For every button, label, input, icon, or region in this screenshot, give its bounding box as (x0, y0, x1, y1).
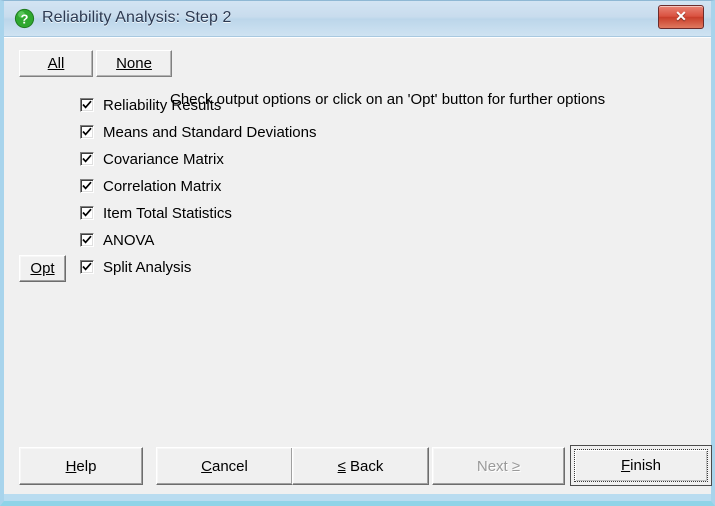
instruction-label: Check output options or click on an 'Opt… (170, 91, 606, 108)
help-button[interactable]: Help (19, 447, 143, 485)
question-mark-icon: ? (14, 8, 35, 29)
next-button-label: Next ≥ (476, 457, 521, 475)
finish-button-label: Finish (620, 457, 662, 474)
checkbox-correlation-matrix[interactable] (80, 179, 94, 193)
option-row-means-and-standard-deviations: Means and Standard Deviations (80, 122, 316, 142)
checkbox-split-analysis[interactable] (80, 260, 94, 274)
all-button-label: All (47, 55, 65, 72)
opt-button-label: Opt (30, 260, 55, 277)
finish-button-inner: Finish (574, 449, 708, 482)
dialog-window: ? Reliability Analysis: Step 2 ✕ All Non… (0, 0, 715, 506)
back-button-label: ≤ Back (337, 457, 384, 475)
option-row-item-total-statistics: Item Total Statistics (80, 203, 232, 223)
back-button[interactable]: ≤ Back (292, 447, 429, 485)
opt-button-split-analysis[interactable]: Opt (19, 255, 66, 282)
option-label-reliability-results: Reliability Results (103, 96, 222, 114)
option-label-correlation-matrix: Correlation Matrix (103, 177, 222, 195)
checkbox-item-total-statistics[interactable] (80, 206, 94, 220)
none-button[interactable]: None (96, 50, 172, 77)
option-row-correlation-matrix: Correlation Matrix (80, 176, 221, 196)
option-row-reliability-results: Reliability Results (80, 95, 221, 115)
option-label-anova: ANOVA (103, 231, 155, 249)
dialog-client-area: All None Check output options or click o… (4, 37, 712, 494)
option-row-split-analysis: Split Analysis (80, 257, 191, 277)
none-button-label: None (116, 55, 152, 72)
all-button[interactable]: All (19, 50, 93, 77)
select-all-none-group: All None (19, 50, 172, 77)
cancel-button-label: Cancel (201, 457, 248, 475)
close-button[interactable]: ✕ (658, 5, 704, 29)
checkbox-means-and-standard-deviations[interactable] (80, 125, 94, 139)
cancel-button[interactable]: Cancel (156, 447, 293, 485)
option-label-covariance-matrix: Covariance Matrix (103, 150, 224, 168)
close-icon: ✕ (675, 8, 687, 24)
finish-button[interactable]: Finish (570, 445, 712, 486)
option-label-means-and-standard-deviations: Means and Standard Deviations (103, 123, 317, 141)
option-row-anova: ANOVA (80, 230, 154, 250)
window-title: Reliability Analysis: Step 2 (42, 9, 232, 26)
option-label-split-analysis: Split Analysis (103, 258, 192, 276)
option-label-item-total-statistics: Item Total Statistics (103, 204, 232, 222)
svg-text:?: ? (21, 12, 29, 27)
checkbox-reliability-results[interactable] (80, 98, 94, 112)
option-row-covariance-matrix: Covariance Matrix (80, 149, 224, 169)
checkbox-covariance-matrix[interactable] (80, 152, 94, 166)
help-button-label: Help (65, 457, 97, 475)
checkbox-anova[interactable] (80, 233, 94, 247)
next-button: Next ≥ (432, 447, 565, 485)
title-bar[interactable]: ? Reliability Analysis: Step 2 ✕ (4, 1, 711, 37)
